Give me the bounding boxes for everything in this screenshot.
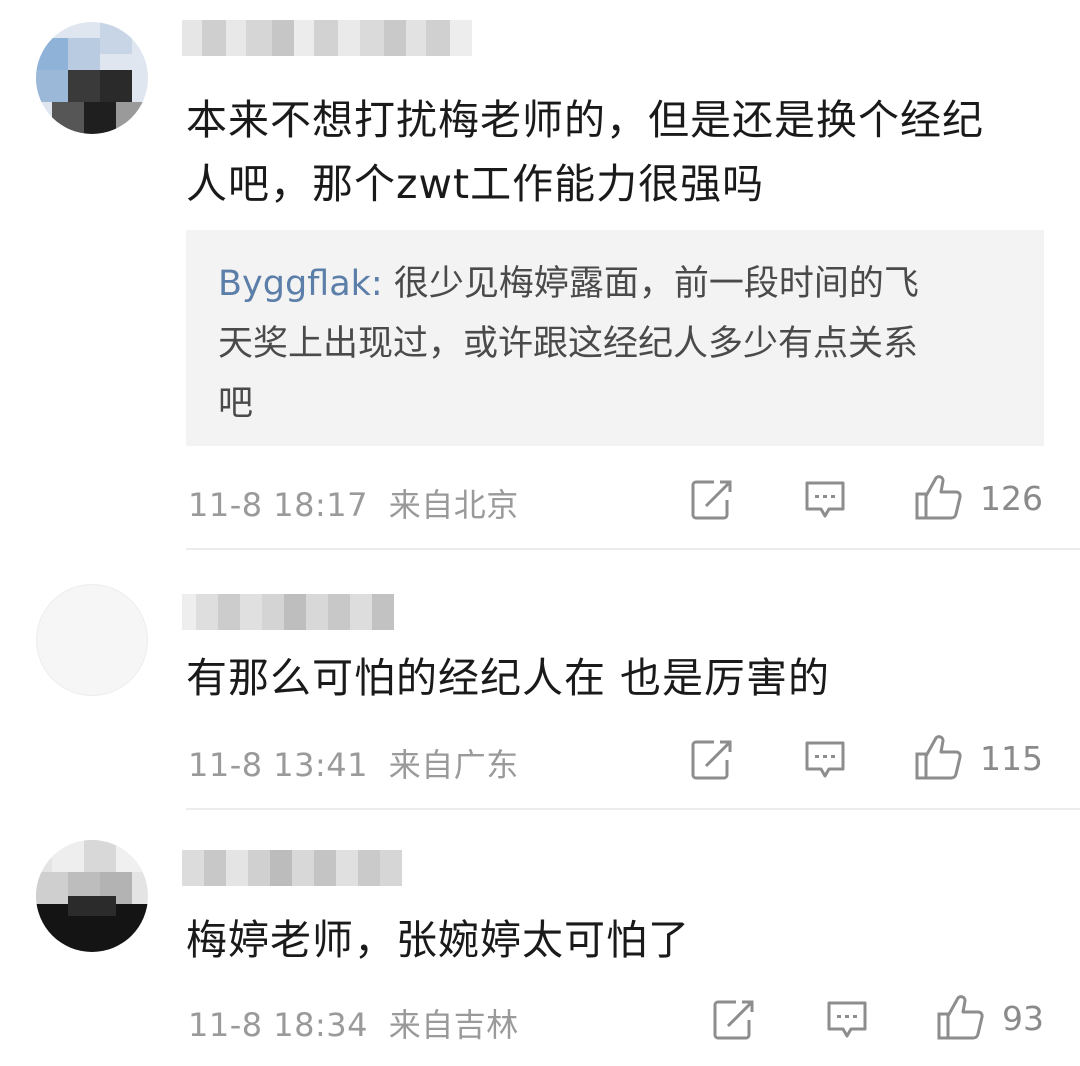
comment-text: 本来不想打扰梅老师的，但是还是换个经纪 人吧，那个zwt工作能力很强吗 [186, 96, 984, 208]
thumbs-up-icon [937, 995, 984, 1040]
share-icon [691, 480, 732, 520]
avatar[interactable] [36, 22, 148, 134]
comment-meta: 11-8 18:17 来自北京 [188, 480, 519, 526]
comment-icon [805, 481, 845, 518]
timestamp: 11-8 18:17 [188, 486, 369, 524]
share-icon [691, 740, 732, 780]
reply-text: 天奖上出现过，或许跟这经纪人多少有点关系 [218, 324, 919, 364]
timestamp: 11-8 13:41 [188, 746, 369, 784]
like-count: 93 [1002, 998, 1044, 1038]
timestamp: 11-8 18:34 [188, 1006, 369, 1044]
thumbs-up-icon [915, 735, 962, 780]
comment-button[interactable] [804, 480, 846, 520]
share-button[interactable] [690, 738, 734, 782]
username-blurred[interactable] [182, 850, 402, 886]
comment-button[interactable] [804, 740, 846, 780]
location: 来自吉林 [388, 1006, 519, 1044]
location: 来自北京 [388, 486, 519, 524]
thumbs-up-icon [915, 475, 962, 520]
reply-username[interactable]: Byggflak: [218, 264, 383, 304]
like-count: 115 [980, 738, 1043, 778]
reply-preview[interactable]: Byggflak: 很少见梅婷露面，前一段时间的飞 天奖上出现过，或许跟这经纪人… [186, 230, 1044, 446]
comment-button[interactable] [826, 1000, 868, 1040]
comment-item: 梅婷老师，张婉婷太可怕了 11-8 18:34 来自吉林 93 [0, 810, 1080, 1066]
username-blurred[interactable] [182, 20, 472, 56]
username-blurred[interactable] [182, 594, 394, 630]
comment-text: 有那么可怕的经纪人在 也是厉害的 [186, 654, 831, 702]
comment-icon [805, 741, 845, 778]
comment-meta: 11-8 18:34 来自吉林 [188, 1000, 519, 1046]
share-button[interactable] [690, 478, 734, 522]
like-count: 126 [980, 478, 1043, 518]
comment-icon [827, 1001, 867, 1038]
like-button[interactable]: 126 [914, 474, 1043, 522]
comment-item: 有那么可怕的经纪人在 也是厉害的 11-8 13:41 来自广东 115 [0, 550, 1080, 808]
comment-text: 梅婷老师，张婉婷太可怕了 [186, 916, 690, 964]
share-button[interactable] [712, 998, 756, 1042]
reply-text: 很少见梅婷露面，前一段时间的飞 [382, 264, 919, 304]
like-button[interactable]: 93 [936, 994, 1044, 1042]
comment-item: 本来不想打扰梅老师的，但是还是换个经纪 人吧，那个zwt工作能力很强吗 Bygg… [0, 0, 1080, 548]
share-icon [713, 1000, 754, 1040]
avatar[interactable] [36, 584, 148, 696]
comment-meta: 11-8 13:41 来自广东 [188, 740, 519, 786]
location: 来自广东 [388, 746, 519, 784]
reply-text: 吧 [218, 384, 254, 424]
avatar[interactable] [36, 840, 148, 952]
like-button[interactable]: 115 [914, 734, 1043, 782]
